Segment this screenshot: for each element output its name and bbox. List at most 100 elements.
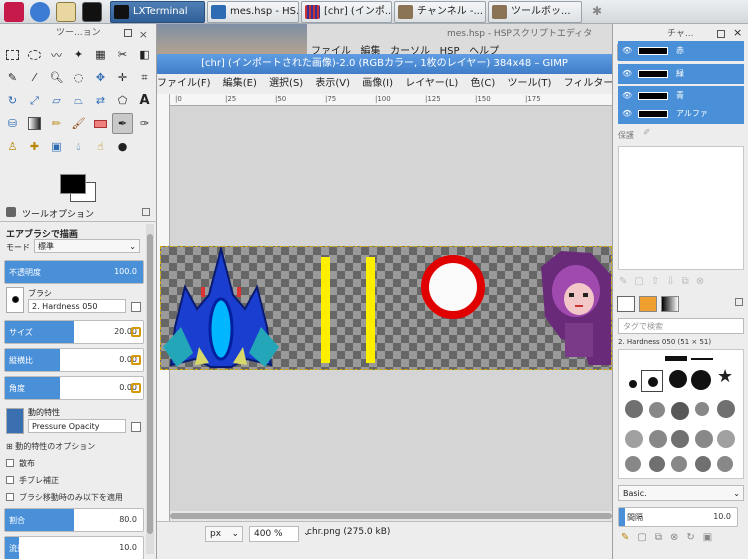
reset-aspect-icon[interactable] xyxy=(131,355,141,365)
ellipse-select-icon[interactable] xyxy=(24,44,45,65)
zoom-field[interactable]: 400 % xyxy=(249,526,299,542)
pencil-icon[interactable]: ✏ xyxy=(46,113,67,134)
brush-item[interactable] xyxy=(691,370,711,390)
brush-item[interactable] xyxy=(649,456,665,472)
blur-icon[interactable]: 💧︎ xyxy=(68,136,89,157)
horizontal-ruler[interactable]: |0 |25 |50 |75 |100 |125 |150 |175 xyxy=(170,94,612,106)
options-scrollbar[interactable] xyxy=(146,224,154,554)
brush-item[interactable] xyxy=(625,400,643,418)
tab-menu-icon[interactable] xyxy=(142,208,150,216)
measure-icon[interactable]: ◌ xyxy=(68,67,89,88)
align-icon[interactable]: ✛ xyxy=(112,67,133,88)
dodge-burn-icon[interactable]: ● xyxy=(112,136,133,157)
text-icon[interactable]: A xyxy=(134,90,155,111)
brush-item[interactable] xyxy=(717,400,735,418)
channel-blue[interactable]: 👁︎ 青 xyxy=(618,86,744,106)
edit-brush-icon[interactable]: ✎ xyxy=(621,532,637,543)
browser-icon[interactable] xyxy=(30,2,50,22)
clone-icon[interactable]: ♙ xyxy=(2,136,23,157)
brushes-tab-icon[interactable] xyxy=(617,296,635,312)
menu-filters[interactable]: フィルター(R) xyxy=(564,78,612,89)
dynamics-field[interactable]: Pressure Opacity xyxy=(28,419,126,433)
new-brush-icon[interactable]: ▢ xyxy=(637,532,654,543)
eye-icon[interactable]: 👁︎ xyxy=(622,41,632,61)
patterns-tab-icon[interactable] xyxy=(639,296,657,312)
brush-item[interactable] xyxy=(717,430,735,448)
scatter-checkbox[interactable]: 散布 xyxy=(6,458,35,469)
aspect-slider[interactable]: 縦横比 0.00 xyxy=(4,348,144,372)
brush-item[interactable] xyxy=(695,402,709,416)
move-icon[interactable]: ✥ xyxy=(90,67,111,88)
menu-layer[interactable]: レイヤー(L) xyxy=(405,78,458,89)
shear-icon[interactable]: ▱ xyxy=(46,90,67,111)
brush-item[interactable] xyxy=(649,402,665,418)
maximize-icon[interactable] xyxy=(124,29,132,37)
fuzzy-select-icon[interactable]: ✦ xyxy=(68,44,89,65)
reset-size-icon[interactable] xyxy=(131,327,141,337)
scrollbar-thumb[interactable] xyxy=(170,513,612,519)
star-brush-icon[interactable]: ★ xyxy=(717,366,733,387)
bluetooth-icon[interactable]: ✱ xyxy=(592,4,602,20)
brush-preview[interactable] xyxy=(6,287,24,313)
raspberry-menu-icon[interactable] xyxy=(4,2,24,22)
foreground-color-swatch[interactable] xyxy=(60,174,86,194)
menu-select[interactable]: 選択(S) xyxy=(269,78,303,89)
dynamics-options-expander[interactable]: ⊞ 動的特性のオプション xyxy=(6,441,95,452)
smooth-checkbox[interactable]: 手ブレ補正 xyxy=(6,475,59,486)
duplicate-icon[interactable]: ⧉ xyxy=(682,276,696,287)
brush-field[interactable]: 2. Hardness 050 xyxy=(28,299,126,313)
angle-slider[interactable]: 角度 0.00 xyxy=(4,376,144,400)
brush-grid[interactable]: ★ xyxy=(618,349,744,479)
airbrush-icon[interactable]: ✒ xyxy=(112,113,133,134)
menu-edit[interactable]: 編集(E) xyxy=(223,78,257,89)
lower-icon[interactable]: ⇩ xyxy=(666,276,681,287)
raise-icon[interactable]: ⇧ xyxy=(651,276,666,287)
task-lxterminal[interactable]: LXTerminal xyxy=(110,1,205,23)
open-as-image-icon[interactable]: ▣ xyxy=(703,532,720,543)
task-hsp-editor[interactable]: mes.hsp - HS... xyxy=(207,1,299,23)
brush-item[interactable] xyxy=(665,356,687,361)
foreground-select-icon[interactable]: ◧ xyxy=(134,44,155,65)
incremental-checkbox[interactable]: ブラシ移動時のみ以下を適用 xyxy=(6,492,123,503)
bucket-fill-icon[interactable]: ⛁ xyxy=(2,113,23,134)
perspective-clone-icon[interactable]: ▣ xyxy=(46,136,67,157)
brush-preset-select[interactable]: Basic. ⌄ xyxy=(618,485,744,501)
perspective-icon[interactable]: ⏢ xyxy=(68,90,89,111)
brush-item[interactable] xyxy=(695,456,711,472)
brush-item[interactable] xyxy=(671,456,687,472)
rotate-icon[interactable]: ↻ xyxy=(2,90,23,111)
zoom-icon[interactable]: 🔍︎ xyxy=(46,67,67,88)
task-gimp-image[interactable]: [chr] (インポ... xyxy=(301,1,392,23)
edit-icon[interactable]: ✎ xyxy=(619,276,634,287)
edit-dynamics-icon[interactable] xyxy=(131,422,141,432)
tool-options-tab[interactable]: ツールオプション xyxy=(22,207,94,220)
brush-item[interactable] xyxy=(669,370,687,388)
blend-icon[interactable] xyxy=(24,113,45,134)
brush-item[interactable] xyxy=(671,430,689,448)
brush-item[interactable] xyxy=(649,430,667,448)
channel-green[interactable]: 👁︎ 緑 xyxy=(618,64,744,84)
scissors-icon[interactable]: ✂ xyxy=(112,44,133,65)
menu-colors[interactable]: 色(C) xyxy=(470,78,495,89)
rect-select-icon[interactable] xyxy=(2,44,23,65)
brush-item[interactable] xyxy=(695,430,713,448)
gradients-tab-icon[interactable] xyxy=(661,296,679,312)
reset-angle-icon[interactable] xyxy=(131,383,141,393)
color-select-icon[interactable]: ▦ xyxy=(90,44,111,65)
file-manager-icon[interactable] xyxy=(56,2,76,22)
eye-icon[interactable]: 👁︎ xyxy=(622,64,632,84)
heal-icon[interactable]: ✚ xyxy=(24,136,45,157)
flow-slider[interactable]: 流量 10.0 xyxy=(4,536,144,559)
duplicate-brush-icon[interactable]: ⧉ xyxy=(655,532,670,543)
ink-icon[interactable]: ✑ xyxy=(134,113,155,134)
menu-file[interactable]: ファイル(F) xyxy=(157,78,211,89)
eraser-icon[interactable] xyxy=(90,113,111,134)
paintbrush-icon[interactable]: 🖌︎ xyxy=(68,113,89,134)
menu-view[interactable]: 表示(V) xyxy=(315,78,350,89)
color-picker-icon[interactable]: ⁄ xyxy=(24,67,45,88)
horizontal-scrollbar[interactable] xyxy=(170,511,612,521)
cage-icon[interactable]: ⬠ xyxy=(112,90,133,111)
channel-red[interactable]: 👁︎ 赤 xyxy=(618,41,744,61)
flip-icon[interactable]: ⇄ xyxy=(90,90,111,111)
task-toolbox[interactable]: ツールボッ... xyxy=(488,1,582,23)
